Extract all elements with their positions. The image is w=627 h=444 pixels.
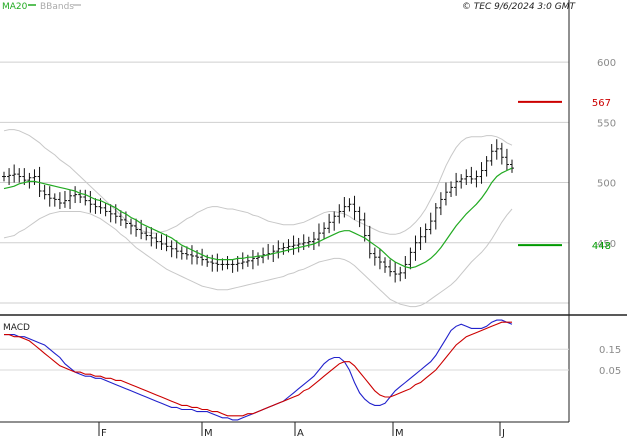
ohlc-bar — [433, 203, 438, 230]
ohlc-bar — [327, 213, 332, 234]
ohlc-bar — [347, 198, 352, 212]
macd-panel: 0.15 0.05 — [0, 319, 621, 421]
ohlc-bar — [428, 212, 433, 235]
stock-chart: MA20 BBands © TEC 9/6/2024 3:0 GMT 450 50… — [0, 0, 627, 440]
ohlc-bar — [408, 247, 413, 270]
ohlc-bar — [179, 246, 184, 260]
price-panel: 450500550600567448 — [0, 0, 627, 422]
ohlc-bar — [449, 181, 454, 198]
ohlc-bar — [12, 164, 17, 183]
legend-bbands: BBands — [40, 2, 74, 12]
ohlc-bar — [484, 156, 489, 177]
ohlc-bar — [301, 234, 306, 250]
ohlc-bar — [438, 192, 443, 216]
ohlc-bar — [311, 231, 316, 250]
ohlc-bar — [225, 256, 230, 270]
ohlc-bar — [443, 182, 448, 206]
ohlc-bar — [62, 190, 67, 208]
ohlc-bar — [281, 242, 286, 255]
ohlc-bar — [250, 249, 255, 270]
legend-ma20: MA20 — [2, 2, 28, 12]
ohlc-bar — [42, 184, 47, 200]
ohlc-bar — [393, 262, 398, 283]
ohlc-bar — [52, 193, 57, 207]
ohlc-bar — [322, 222, 327, 240]
ohlc-bar — [189, 245, 194, 265]
ohlc-bar — [83, 189, 88, 206]
ohlc-bar — [57, 192, 62, 210]
ohlc-bar — [469, 166, 474, 184]
ohlc-bar — [337, 204, 342, 224]
ohlc-bar — [388, 259, 393, 277]
ohlc-bar — [418, 227, 423, 250]
x-tick-label: A — [297, 428, 304, 439]
ohlc-bar — [129, 218, 133, 235]
ohlc-bar — [459, 174, 464, 189]
ohlc-bar — [489, 144, 494, 166]
ohlc-bar — [47, 186, 52, 207]
ohlc-bar — [220, 258, 225, 271]
ohlc-bar — [240, 252, 245, 270]
price-tick-label: 600 — [597, 58, 616, 69]
price-tick-label: 550 — [597, 118, 616, 129]
chart-canvas: MA20 BBands © TEC 9/6/2024 3:0 GMT 45050… — [0, 0, 627, 439]
ohlc-bar — [413, 235, 418, 261]
ohlc-bar — [210, 254, 215, 272]
ohlc-bar — [17, 168, 22, 183]
ohlc-bar — [383, 257, 387, 273]
ohlc-bar — [423, 223, 428, 243]
price-tick-label: 500 — [597, 179, 616, 190]
ohlc-bar — [398, 266, 403, 282]
ohlc-bar — [296, 237, 301, 253]
ohlc-bar — [68, 189, 73, 210]
ohlc-bar — [357, 206, 362, 228]
level-label: 448 — [592, 241, 611, 252]
ohlc-bar — [256, 252, 260, 266]
ohlc-bar — [499, 142, 504, 165]
x-tick-label: M — [395, 428, 404, 439]
signal-line — [4, 321, 512, 417]
ohlc-bar — [454, 172, 459, 196]
ohlc-bar — [372, 247, 377, 266]
ohlc-bar — [291, 235, 296, 255]
ohlc-bar — [494, 139, 499, 160]
x-tick-label: M — [204, 428, 213, 439]
ohlc-bar — [352, 195, 357, 220]
ohlc-bar — [474, 170, 479, 188]
ohlc-bar — [88, 190, 93, 213]
ohlc-bar — [266, 243, 271, 260]
ohlc-bar — [73, 186, 78, 204]
ohlc-bar — [78, 189, 83, 204]
ohlc-bar — [230, 259, 235, 273]
ohlc-bar — [144, 227, 149, 241]
ohlc-bar — [2, 171, 6, 182]
ohlc-bar — [93, 198, 98, 214]
x-tick-label: F — [101, 428, 107, 439]
ohlc-bar — [200, 248, 205, 266]
level-label: 567 — [592, 98, 611, 109]
ohlc-bar — [510, 159, 514, 173]
ohlc-bar — [149, 227, 154, 247]
x-tick-label: J — [501, 428, 505, 439]
ohlc-bar — [504, 148, 509, 171]
ohlc-bar — [479, 162, 484, 184]
ohlc-bar — [103, 203, 108, 217]
ohlc-bar — [154, 233, 159, 249]
ohlc-bar — [332, 211, 337, 231]
x-axis: FMAMJ — [0, 421, 569, 439]
macd-title: MACD — [3, 323, 30, 333]
macd-tick-label: 0.15 — [599, 345, 621, 356]
macd-tick-label: 0.05 — [599, 366, 621, 377]
ohlc-bar — [377, 248, 382, 270]
ohlc-bar — [27, 172, 32, 189]
ohlc-bar — [159, 234, 164, 250]
source-credit: © TEC 9/6/2024 3:0 GMT — [462, 2, 577, 12]
ohlc-bar — [215, 253, 220, 272]
